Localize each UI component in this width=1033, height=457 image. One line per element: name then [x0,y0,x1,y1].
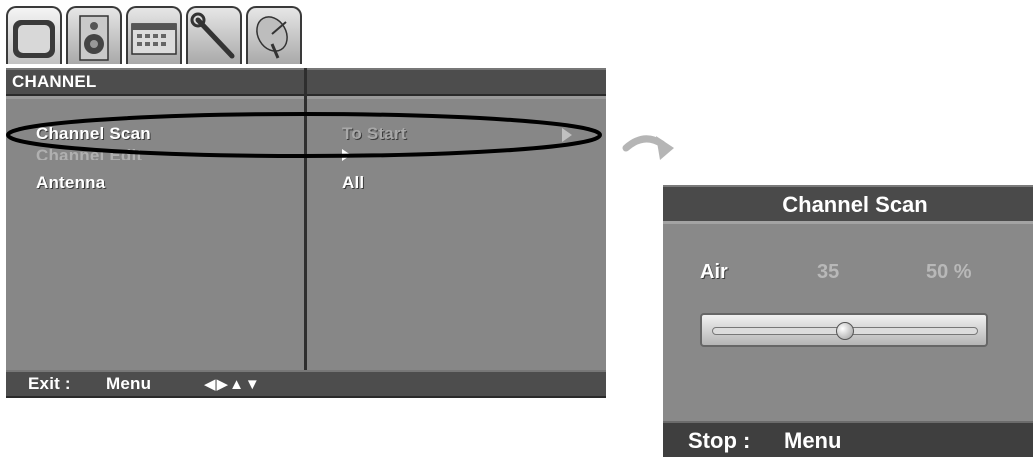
scan-source: Air [700,261,728,283]
scan-progress-track [700,313,988,347]
menu-title: CHANNEL [12,72,97,91]
selection-highlight-ellipse [6,112,602,158]
scan-menu-label[interactable]: Menu [784,428,841,454]
tab-satellite[interactable] [246,6,302,64]
tab-sound[interactable] [66,6,122,64]
footer-nav-arrows-icon: ◀▶▲▼ [204,376,261,393]
tab-setup[interactable] [186,6,242,64]
scan-channel: 35 [817,261,840,283]
scan-percent: 50 % [926,261,972,283]
tab-picture[interactable] [6,6,62,64]
footer-exit-label: Exit : [28,374,71,393]
scan-stop-label: Stop : [688,428,751,453]
tv-icon [13,20,55,58]
scan-progress-knob [836,322,854,340]
satellite-dish-icon [256,16,288,59]
tab-time[interactable] [126,6,182,64]
footer-menu-label[interactable]: Menu [106,374,151,394]
menu-footer-bar [6,370,606,398]
wrench-icon [190,12,235,59]
calendar-icon [131,23,177,55]
scan-title: Channel Scan [782,192,928,217]
curved-arrow-icon [622,135,674,160]
speaker-icon [79,15,109,61]
